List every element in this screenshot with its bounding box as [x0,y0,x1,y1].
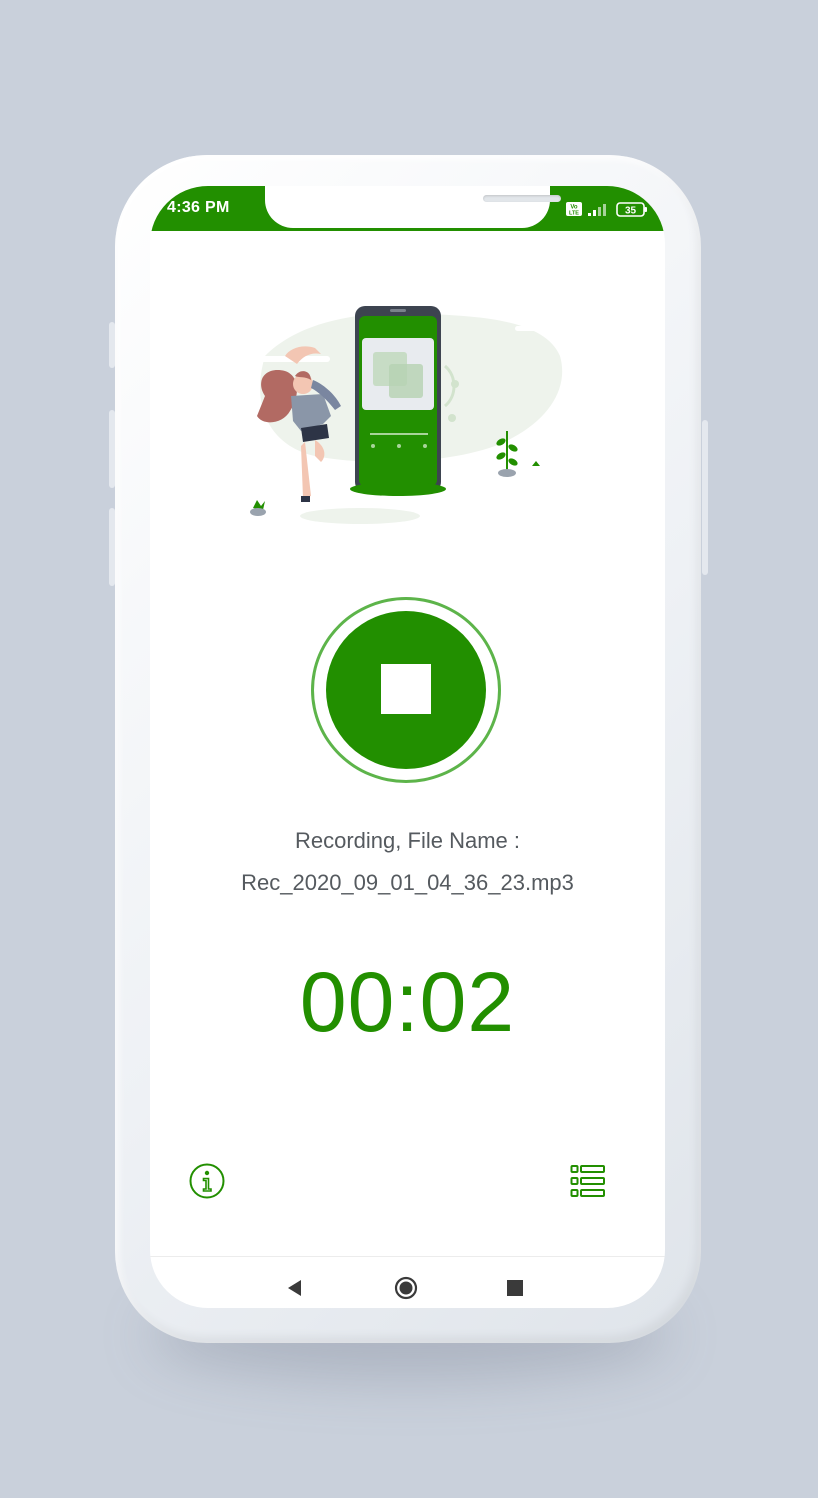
earpiece-speaker [483,195,561,202]
recording-file-name: Rec_2020_09_01_04_36_23.mp3 [241,870,574,895]
recording-status-label: Recording, File Name : [295,828,520,853]
camera-notch [265,186,561,228]
back-triangle-icon[interactable] [283,1276,307,1300]
battery-level: 35 [625,206,637,217]
side-button-left-2 [109,410,115,488]
stop-recording-button[interactable] [311,597,501,783]
volte-badge-icon: Vo LTE [566,202,582,217]
side-button-right [702,420,708,575]
list-icon[interactable] [570,1164,606,1198]
status-icons: Vo LTE 35 [566,202,647,217]
recents-square-icon[interactable] [503,1276,527,1300]
info-icon[interactable] [188,1162,226,1200]
battery-icon: 35 [616,202,647,217]
recording-illustration [250,306,563,524]
status-time: 4:36 PM [167,199,230,216]
elapsed-timer: 00:02 [299,955,516,1049]
svg-text:LTE: LTE [569,211,579,217]
app-screen: 4:36 PM Vo LTE 35 Recording, File Name:… [150,186,665,1308]
side-button-left-1 [109,322,115,368]
stop-icon [381,664,431,714]
home-circle-icon[interactable] [394,1276,418,1300]
record-button-fill [326,611,486,769]
nav-bar-divider [150,1256,665,1257]
side-button-left-3 [109,508,115,586]
signal-icon [588,204,606,216]
